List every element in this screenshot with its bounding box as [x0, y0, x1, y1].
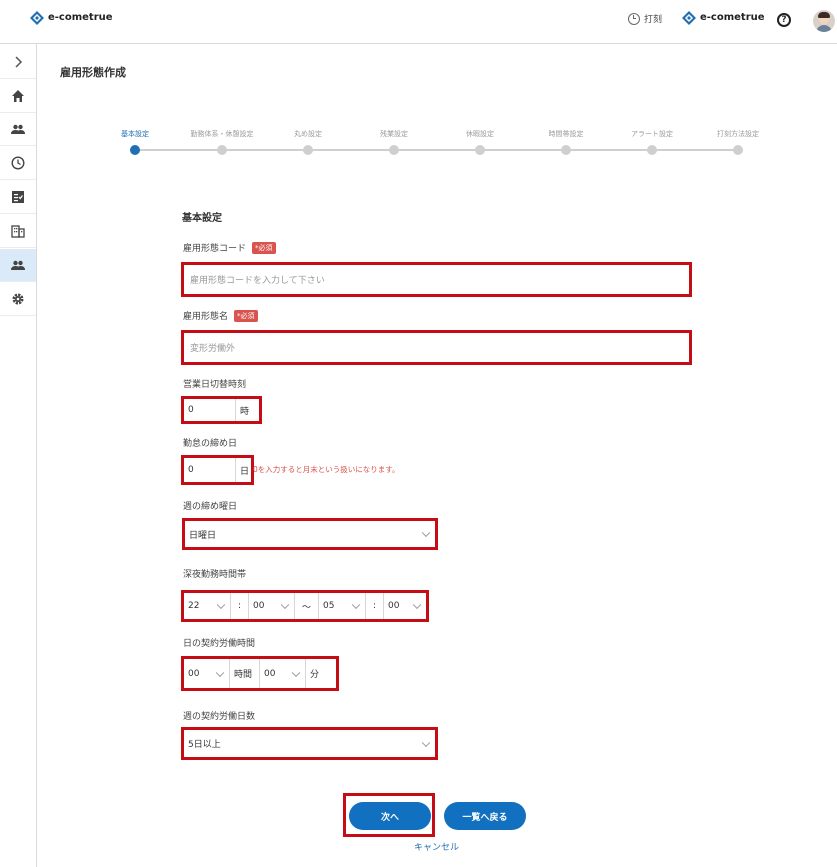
required-badge: *必須: [234, 309, 258, 322]
chevron-down-icon: [412, 600, 422, 610]
employment-name-input[interactable]: 変形労働外: [181, 330, 692, 365]
company-logo-text: e-cometrue: [700, 11, 765, 23]
day-switch-input[interactable]: 0 時: [181, 396, 262, 424]
chevron-down-icon: [280, 600, 290, 610]
step-time-zone[interactable]: 時間帯設定: [526, 128, 606, 155]
logo-mark-icon: [30, 10, 44, 25]
night-hours-label: 深夜勤務時間帯: [183, 570, 247, 580]
back-to-list-button[interactable]: 一覧へ戻る: [444, 802, 526, 830]
closing-day-note: 0を入力すると月末という扱いになります。: [253, 465, 400, 474]
step-punch-method[interactable]: 打刻方法設定: [698, 128, 778, 155]
logo-text: e-cometrue: [48, 11, 113, 23]
next-button[interactable]: 次へ: [349, 802, 431, 830]
building-icon: [11, 225, 25, 238]
sidebar-item-settings[interactable]: [0, 283, 36, 316]
week-closing-select[interactable]: 日曜日: [182, 518, 438, 550]
chevron-right-icon: [15, 56, 23, 68]
avatar[interactable]: [813, 10, 835, 32]
chevron-down-icon: [421, 528, 431, 538]
step-overtime[interactable]: 残業設定: [354, 128, 434, 155]
top-bar: e-cometrue 打刻 e-cometrue ?: [0, 0, 837, 44]
step-basic[interactable]: 基本設定: [95, 128, 175, 155]
night-start-hour-select[interactable]: 22: [184, 593, 231, 619]
progress-stepper: 基本設定 勤務体系・休憩設定 丸め設定 残業設定 休暇設定 時間帯設定 アラート…: [100, 128, 780, 158]
sidebar-expand-button[interactable]: [0, 46, 36, 79]
code-label: 雇用形態コード *必須: [183, 241, 276, 254]
chevron-down-icon: [216, 600, 226, 610]
weekly-days-label: 週の契約労働日数: [183, 712, 256, 722]
clock-icon: [11, 156, 25, 170]
night-start-minute-select[interactable]: 00: [249, 593, 295, 619]
app-logo[interactable]: e-cometrue: [30, 10, 113, 25]
daily-minutes-select[interactable]: 00: [260, 659, 306, 688]
section-title: 基本設定: [182, 213, 222, 224]
daily-contract-input[interactable]: 00 時間 00 分: [181, 656, 339, 691]
home-icon: [12, 90, 24, 102]
weekly-days-select[interactable]: 5日以上: [181, 727, 438, 760]
chevron-down-icon: [351, 600, 361, 610]
clock-icon: [628, 12, 640, 25]
night-hours-range[interactable]: 22 : 00 〜 05 : 00: [181, 590, 429, 622]
step-work-break[interactable]: 勤務体系・休憩設定: [182, 128, 262, 155]
sidebar: [0, 44, 37, 867]
punch-button[interactable]: 打刻: [628, 12, 662, 25]
employment-code-input[interactable]: 雇用形態コードを入力して下さい: [181, 262, 692, 297]
chevron-down-icon: [291, 668, 301, 677]
step-alert[interactable]: アラート設定: [612, 128, 692, 155]
night-end-hour-select[interactable]: 05: [319, 593, 366, 619]
week-closing-label: 週の締め曜日: [183, 502, 238, 512]
chevron-down-icon: [215, 668, 225, 677]
sidebar-item-attendance[interactable]: [0, 147, 36, 180]
company-logo: e-cometrue: [682, 10, 765, 25]
step-leave[interactable]: 休暇設定: [440, 128, 520, 155]
punch-label: 打刻: [644, 15, 663, 25]
required-badge: *必須: [252, 241, 276, 254]
closing-day-input[interactable]: 0 日: [181, 455, 254, 485]
day-switch-label: 営業日切替時刻: [183, 380, 247, 390]
gear-icon: [12, 293, 24, 305]
users-icon: [11, 260, 25, 270]
sidebar-item-company[interactable]: [0, 215, 36, 248]
sidebar-item-users[interactable]: [0, 113, 36, 146]
night-end-minute-select[interactable]: 00: [384, 593, 426, 619]
checklist-icon: [12, 191, 24, 203]
sidebar-item-approval[interactable]: [0, 181, 36, 214]
step-rounding[interactable]: 丸め設定: [268, 128, 348, 155]
name-label: 雇用形態名 *必須: [183, 309, 258, 322]
sidebar-item-employment[interactable]: [0, 249, 36, 282]
users-icon: [11, 124, 25, 134]
cancel-link[interactable]: キャンセル: [414, 840, 459, 853]
chevron-down-icon: [421, 738, 431, 747]
daily-contract-label: 日の契約労働時間: [183, 639, 256, 649]
company-logo-mark-icon: [682, 10, 696, 25]
closing-day-label: 勤怠の締め日: [183, 439, 238, 449]
page-title: 雇用形態作成: [60, 66, 126, 79]
help-icon[interactable]: ?: [777, 13, 791, 27]
daily-hours-select[interactable]: 00: [184, 659, 230, 688]
sidebar-item-home[interactable]: [0, 80, 36, 113]
